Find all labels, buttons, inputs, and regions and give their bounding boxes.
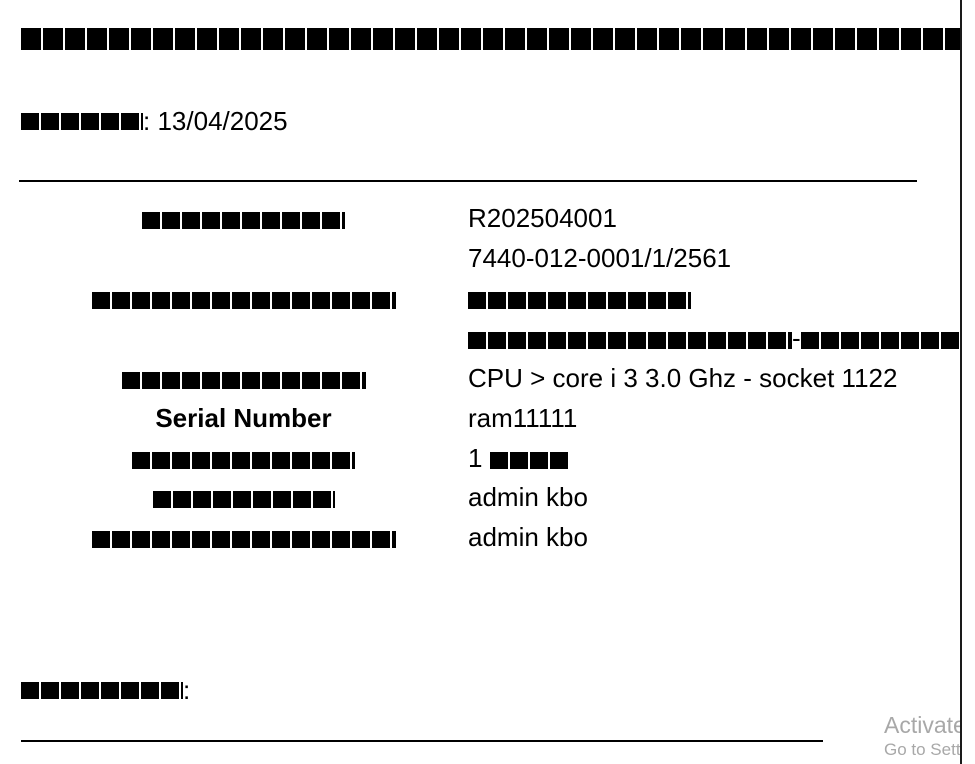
field-value: ram11111 [468,403,578,433]
watermark-line-2: Go to Setti [884,740,960,759]
document-page: : 13/04/2025 R202504001 7440-012-0001/1/… [0,0,960,764]
top-divider [19,180,917,182]
signature-line [21,740,823,742]
label-redacted [91,291,396,309]
quantity-number: 1 [468,443,483,473]
signature-label-redacted [21,681,183,699]
field-value: CPU > core i 3 3.0 Ghz - socket 1122 [468,363,898,393]
field-value [468,278,691,318]
label-redacted [142,211,345,229]
field-row-responsible: admin kbo [0,517,960,557]
field-value: 1 [468,438,570,478]
field-row-redacted [0,278,960,318]
field-value: admin kbo [468,482,588,512]
field-value: - [468,318,960,358]
field-value: R202504001 [468,203,617,233]
signature-separator: : [183,675,191,705]
field-row-recorder: admin kbo [0,477,960,517]
date-line: : 13/04/2025 [21,106,288,136]
value-redacted [800,331,960,349]
field-label [20,438,467,478]
vertical-scrollbar[interactable] [960,0,975,764]
field-row-redacted-continued: - [0,318,960,358]
value-redacted [468,331,792,349]
date-separator: : [143,106,151,136]
label-redacted [121,371,366,389]
value-redacted [468,291,691,309]
field-value: admin kbo [468,522,588,552]
label-redacted [152,490,335,508]
field-row-serial-number: Serial Number ram11111 [0,398,960,438]
date-label-redacted [21,112,143,130]
signature-label: : [21,675,190,705]
field-row-asset-code: 7440-012-0001/1/2561 [0,238,960,278]
field-row-document-number: R202504001 [0,198,960,238]
document-title-redacted [21,28,960,50]
field-label [20,477,467,517]
field-label [20,517,467,557]
field-value: 7440-012-0001/1/2561 [468,243,732,273]
value-dash: - [792,323,801,353]
activation-watermark: Activate Go to Setti [884,711,960,761]
label-redacted [91,530,396,548]
field-label [20,198,467,238]
field-row-quantity: 1 [0,438,960,478]
field-label [20,358,467,398]
date-value: 13/04/2025 [157,106,288,136]
label-redacted [132,451,355,469]
field-label [20,278,467,318]
watermark-line-1: Activate [884,712,960,738]
field-label: Serial Number [155,403,332,433]
unit-redacted [489,451,570,469]
field-row-specification: CPU > core i 3 3.0 Ghz - socket 1122 [0,358,960,398]
